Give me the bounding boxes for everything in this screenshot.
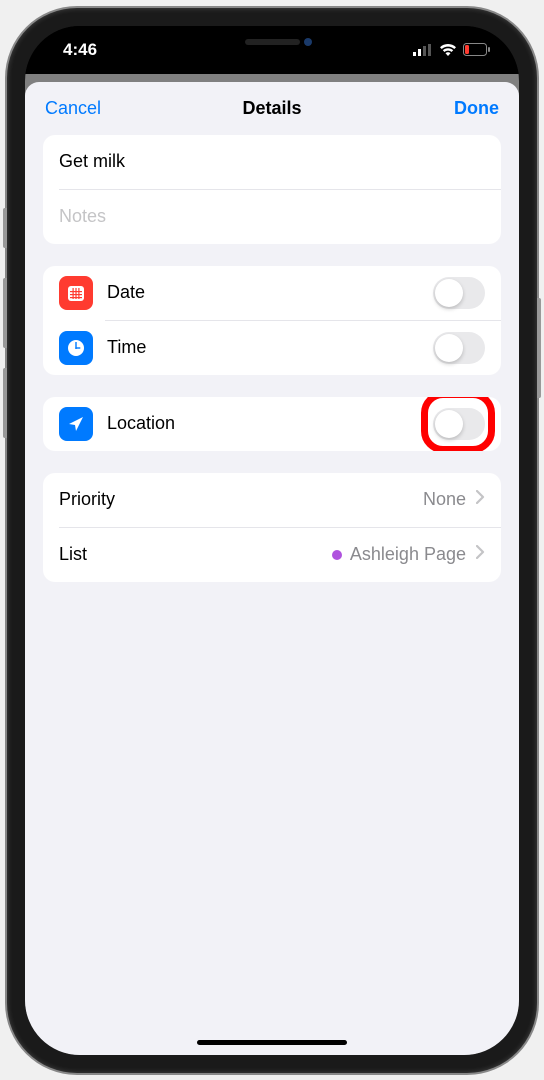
status-time: 4:46 <box>63 40 97 60</box>
battery-low-icon <box>463 43 491 56</box>
list-label: List <box>59 544 332 565</box>
location-row: Location <box>43 397 501 451</box>
done-button[interactable]: Done <box>429 98 499 119</box>
calendar-icon <box>59 276 93 310</box>
chevron-right-icon <box>476 545 485 564</box>
reminder-notes-field[interactable]: Notes <box>43 190 501 244</box>
details-sheet: Cancel Details Done Get milk Notes <box>25 82 519 1055</box>
toggle-knob <box>435 410 463 438</box>
priority-list-group: Priority None List Ashleigh Page <box>43 473 501 582</box>
sheet-backdrop: Cancel Details Done Get milk Notes <box>25 74 519 1055</box>
time-label: Time <box>107 337 433 358</box>
date-label: Date <box>107 282 433 303</box>
home-indicator[interactable] <box>197 1040 347 1045</box>
notes-placeholder: Notes <box>59 206 106 227</box>
reminder-title-text: Get milk <box>59 151 125 172</box>
toggle-knob <box>435 279 463 307</box>
side-button <box>3 208 7 248</box>
chevron-right-icon <box>476 490 485 509</box>
location-toggle[interactable] <box>433 408 485 440</box>
list-row[interactable]: List Ashleigh Page <box>43 528 501 582</box>
location-arrow-icon <box>59 407 93 441</box>
settings-groups: Get milk Notes Date <box>25 135 519 582</box>
reminder-title-field[interactable]: Get milk <box>43 135 501 189</box>
location-group: Location <box>43 397 501 451</box>
time-row: Time <box>43 321 501 375</box>
status-right <box>413 43 491 56</box>
priority-label: Priority <box>59 489 423 510</box>
cancel-button[interactable]: Cancel <box>45 98 115 119</box>
phone-frame: 4:46 Cancel Details Done <box>7 8 537 1073</box>
side-button <box>3 278 7 348</box>
wifi-icon <box>439 43 457 56</box>
title-notes-group: Get milk Notes <box>43 135 501 244</box>
clock-icon <box>59 331 93 365</box>
toggle-knob <box>435 334 463 362</box>
list-color-dot <box>332 550 342 560</box>
list-value: Ashleigh Page <box>350 544 466 565</box>
priority-value: None <box>423 489 466 510</box>
side-button <box>3 368 7 438</box>
date-toggle[interactable] <box>433 277 485 309</box>
side-button <box>537 298 541 398</box>
notch <box>162 26 382 58</box>
date-row: Date <box>43 266 501 320</box>
sheet-header: Cancel Details Done <box>25 82 519 135</box>
priority-row[interactable]: Priority None <box>43 473 501 527</box>
location-label: Location <box>107 413 433 434</box>
time-toggle[interactable] <box>433 332 485 364</box>
page-title: Details <box>242 98 301 119</box>
screen: 4:46 Cancel Details Done <box>25 26 519 1055</box>
date-time-group: Date Time <box>43 266 501 375</box>
cellular-signal-icon <box>413 44 433 56</box>
